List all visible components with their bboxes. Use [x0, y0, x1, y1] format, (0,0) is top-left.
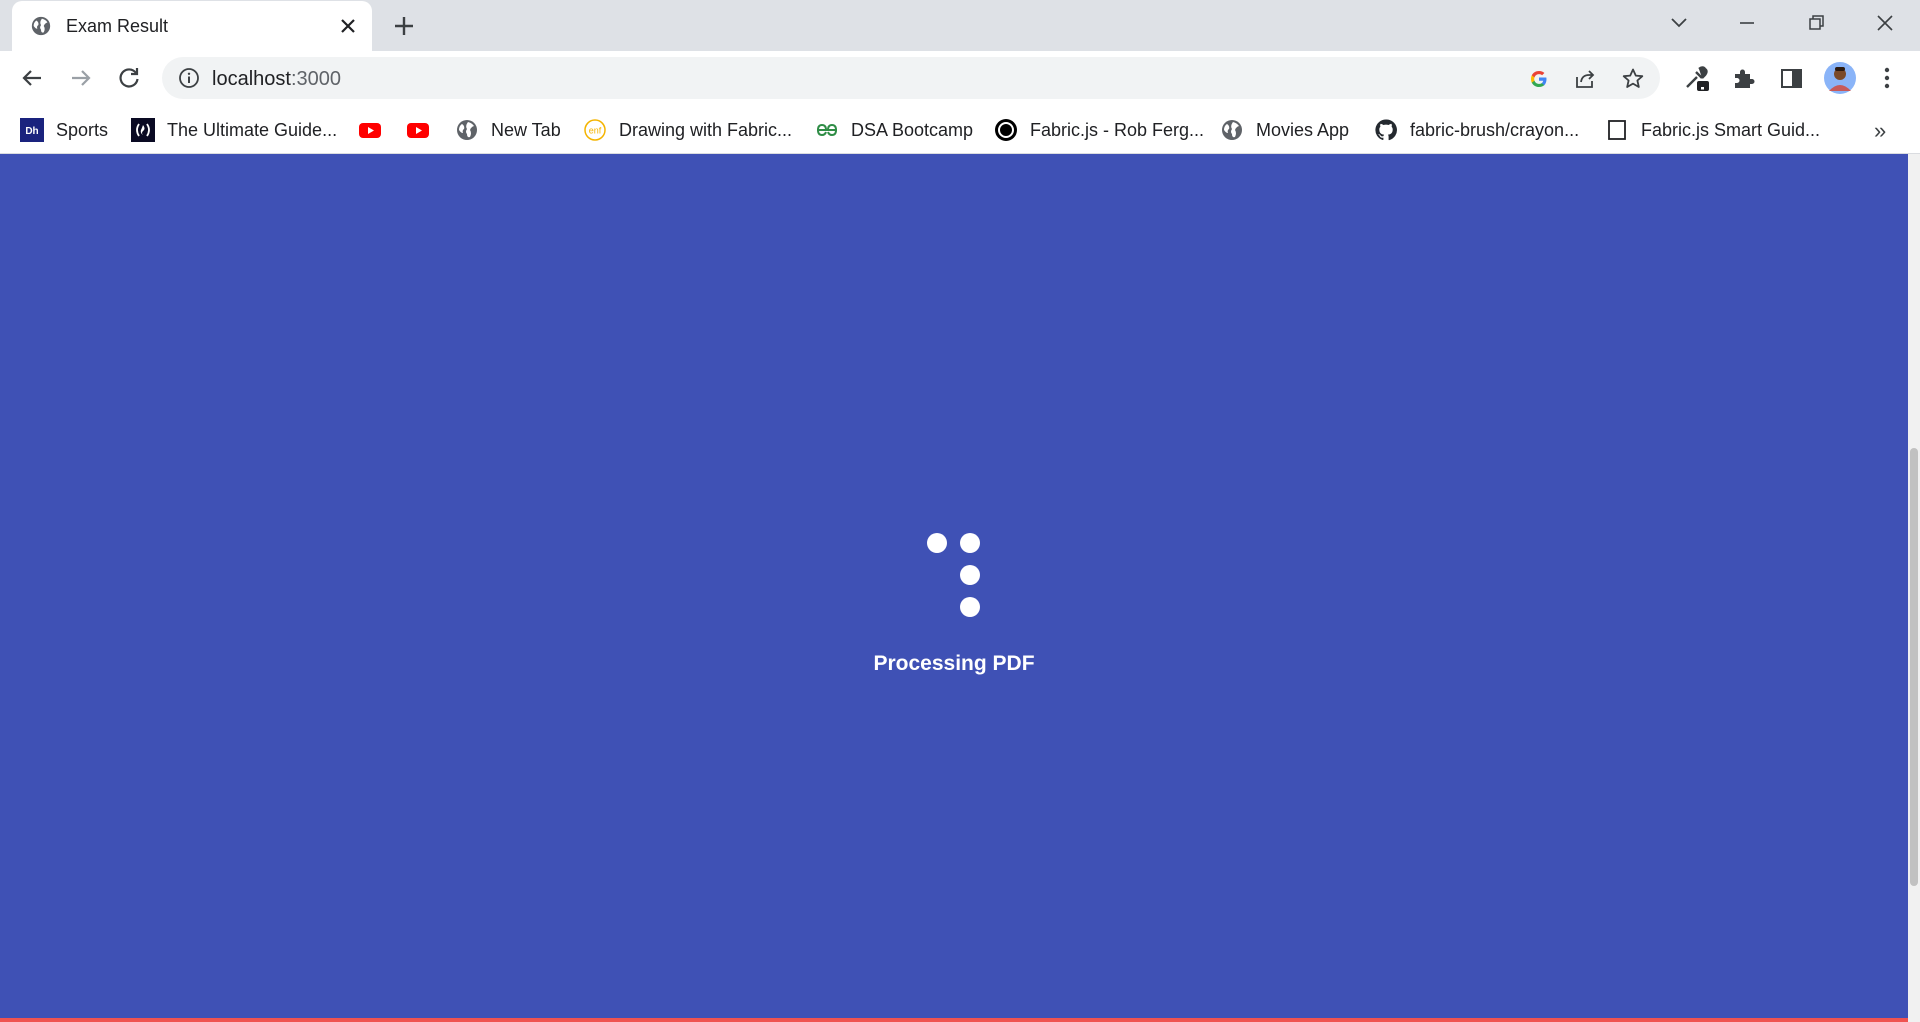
bookmark-sports[interactable]: Dh Sports	[20, 114, 108, 146]
enf-logo-icon: enf	[584, 119, 606, 141]
spinner-dot	[960, 597, 980, 617]
spinner-dot	[960, 565, 980, 585]
bookmark-youtube-2[interactable]	[406, 114, 430, 146]
url-text[interactable]: localhost:3000	[212, 68, 341, 91]
svg-text:enf: enf	[589, 126, 602, 136]
globe-icon	[1222, 120, 1242, 140]
window-close-icon[interactable]	[1869, 10, 1901, 36]
dh-logo-icon: Dh	[20, 118, 44, 142]
spinner-dot	[960, 533, 980, 553]
browser-toolbar: localhost:3000	[0, 51, 1920, 106]
bookmark-new-tab[interactable]: New Tab	[455, 114, 561, 146]
share-icon[interactable]	[1572, 66, 1598, 92]
bookmarks-bar: Dh Sports The Ultimate Guide... New Tab	[0, 106, 1920, 154]
bookmark-fabric-brush-crayon[interactable]: fabric-brush/crayon...	[1374, 114, 1579, 146]
google-lens-icon[interactable]	[1526, 66, 1552, 92]
browser-tab-active[interactable]: Exam Result	[12, 1, 372, 51]
new-tab-button[interactable]	[390, 12, 418, 40]
url-port: :3000	[290, 68, 341, 90]
restore-icon[interactable]	[1800, 10, 1832, 36]
tab-strip: Exam Result	[0, 0, 1920, 51]
globe-icon	[457, 120, 477, 140]
svg-text:Dh: Dh	[25, 126, 38, 137]
github-icon	[1375, 119, 1397, 141]
spinner-dot	[927, 533, 947, 553]
bookmarks-overflow-button[interactable]: »	[1874, 118, 1886, 144]
bookmark-star-icon[interactable]	[1620, 66, 1646, 92]
side-panel-icon[interactable]	[1776, 63, 1806, 93]
youtube-icon	[407, 123, 429, 138]
more-vertical-icon[interactable]	[1872, 63, 1902, 93]
bookmark-movies-app[interactable]: Movies App	[1220, 114, 1349, 146]
tab-title: Exam Result	[66, 16, 169, 36]
minimize-icon[interactable]	[1731, 10, 1763, 36]
blank-page-icon	[1608, 120, 1626, 140]
bookmark-youtube-1[interactable]	[358, 114, 382, 146]
page-content: Processing PDF	[0, 154, 1908, 1018]
bookmark-drawing-with-fabric[interactable]: enf Drawing with Fabric...	[583, 114, 792, 146]
freecodecamp-icon	[131, 118, 155, 142]
bookmark-fabricjs-smart-guides[interactable]: Fabric.js Smart Guid...	[1605, 114, 1820, 146]
bottom-accent-line	[0, 1018, 1908, 1022]
bookmark-ultimate-guide[interactable]: The Ultimate Guide...	[131, 114, 337, 146]
extensions-puzzle-icon[interactable]	[1729, 63, 1759, 93]
page-scrollbar[interactable]	[1908, 154, 1920, 1022]
scrollbar-thumb[interactable]	[1910, 448, 1918, 886]
globe-icon	[31, 16, 51, 36]
close-icon[interactable]	[336, 14, 360, 38]
processing-label: Processing PDF	[873, 652, 1035, 675]
bookmark-fabricjs-rob-ferg[interactable]: Fabric.js - Rob Ferg...	[994, 114, 1204, 146]
reload-icon[interactable]	[114, 63, 144, 93]
geeksforgeeks-icon	[816, 123, 838, 137]
eyedropper-extension-icon[interactable]	[1681, 63, 1711, 93]
tab-search-chevron-down-icon[interactable]	[1663, 10, 1695, 36]
site-info-icon[interactable]	[178, 67, 200, 89]
bookmark-dsa-bootcamp[interactable]: DSA Bootcamp	[815, 114, 973, 146]
address-bar[interactable]: localhost:3000	[162, 57, 1660, 99]
forward-arrow-icon[interactable]	[66, 63, 96, 93]
circle-logo-icon	[995, 119, 1017, 141]
url-host: localhost	[212, 68, 291, 90]
back-arrow-icon[interactable]	[17, 63, 47, 93]
youtube-icon	[359, 123, 381, 138]
profile-avatar[interactable]	[1823, 61, 1857, 95]
